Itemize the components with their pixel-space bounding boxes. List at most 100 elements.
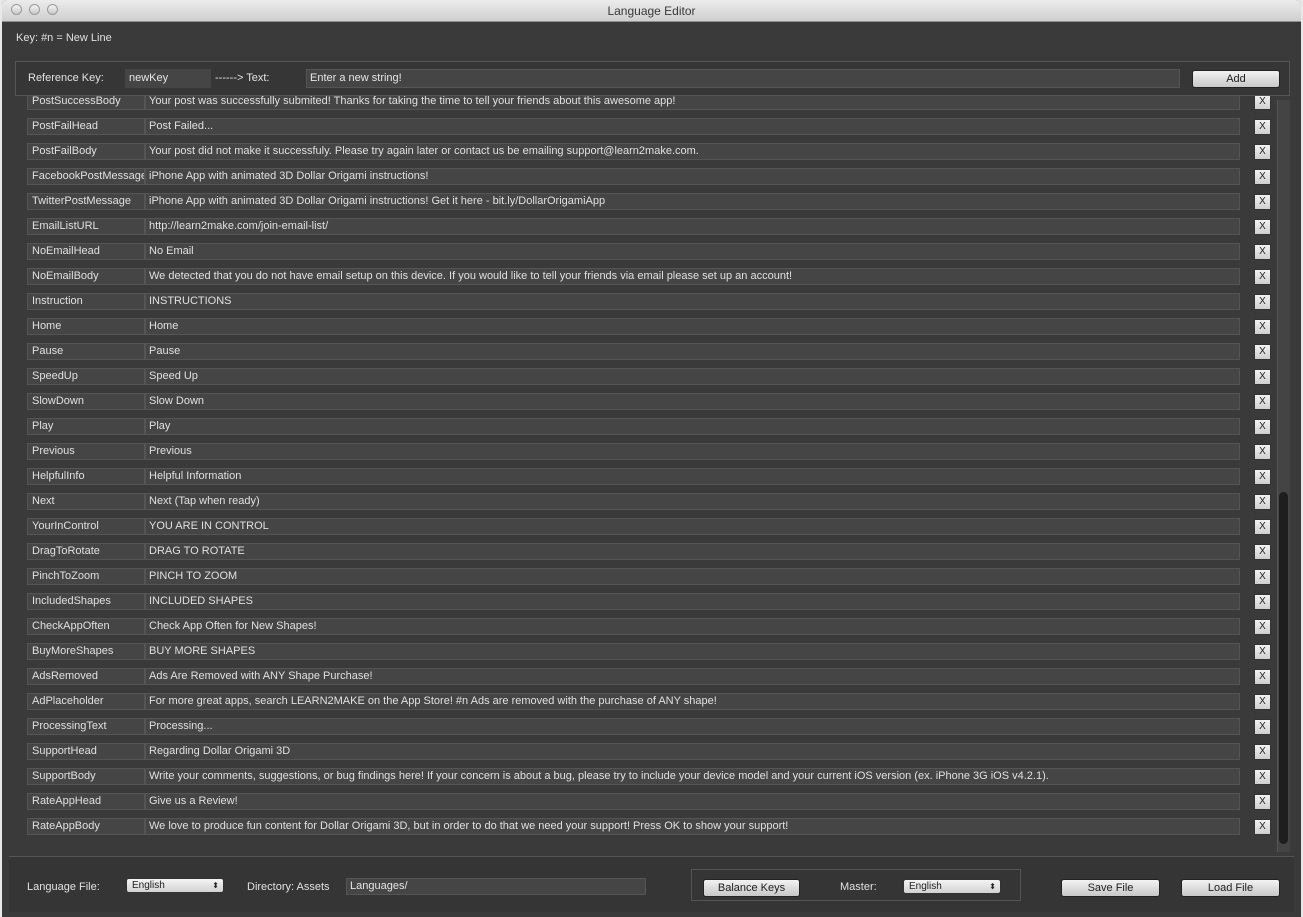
row-delete-button[interactable]: X: [1254, 194, 1271, 210]
balance-keys-button[interactable]: Balance Keys: [703, 879, 800, 897]
row-delete-button[interactable]: X: [1254, 619, 1271, 635]
load-file-button[interactable]: Load File: [1181, 879, 1280, 897]
row-key-field[interactable]: PostFailHead: [27, 118, 145, 135]
row-text-field[interactable]: Next (Tap when ready): [145, 493, 1240, 510]
row-delete-button[interactable]: X: [1254, 644, 1271, 660]
add-button[interactable]: Add: [1192, 70, 1280, 88]
row-key-field[interactable]: EmailListURL: [27, 218, 145, 235]
row-key-field[interactable]: Play: [27, 418, 145, 435]
row-text-field[interactable]: Your post was successfully submited! Tha…: [145, 96, 1240, 110]
row-text-field[interactable]: Check App Often for New Shapes!: [145, 618, 1240, 635]
row-delete-button[interactable]: X: [1254, 269, 1271, 285]
row-key-field[interactable]: NoEmailHead: [27, 243, 145, 260]
row-delete-button[interactable]: X: [1254, 594, 1271, 610]
row-text-field[interactable]: Regarding Dollar Origami 3D: [145, 743, 1240, 760]
row-key-field[interactable]: IncludedShapes: [27, 593, 145, 610]
language-file-select[interactable]: English ⬍: [126, 878, 224, 893]
row-key-field[interactable]: Home: [27, 318, 145, 335]
row-delete-button[interactable]: X: [1254, 794, 1271, 810]
save-file-button[interactable]: Save File: [1061, 879, 1160, 897]
row-key-field[interactable]: YourInControl: [27, 518, 145, 535]
row-key-field[interactable]: DragToRotate: [27, 543, 145, 560]
row-delete-button[interactable]: X: [1254, 119, 1271, 135]
row-delete-button[interactable]: X: [1254, 144, 1271, 160]
row-delete-button[interactable]: X: [1254, 419, 1271, 435]
row-key-field[interactable]: RateAppBody: [27, 818, 145, 835]
master-select[interactable]: English ⬍: [903, 879, 1001, 894]
row-key-field[interactable]: TwitterPostMessage: [27, 193, 145, 210]
row-key-field[interactable]: PostFailBody: [27, 143, 145, 160]
row-text-field[interactable]: Pause: [145, 343, 1240, 360]
row-delete-button[interactable]: X: [1254, 344, 1271, 360]
row-key-field[interactable]: RateAppHead: [27, 793, 145, 810]
list-scrollbar[interactable]: [1277, 100, 1290, 852]
row-key-field[interactable]: SpeedUp: [27, 368, 145, 385]
row-text-field[interactable]: Post Failed...: [145, 118, 1240, 135]
row-text-field[interactable]: BUY MORE SHAPES: [145, 643, 1240, 660]
row-delete-button[interactable]: X: [1254, 444, 1271, 460]
row-text-field[interactable]: Write your comments, suggestions, or bug…: [145, 768, 1240, 785]
row-key-field[interactable]: PinchToZoom: [27, 568, 145, 585]
row-key-field[interactable]: FacebookPostMessage: [27, 168, 145, 185]
row-delete-button[interactable]: X: [1254, 694, 1271, 710]
row-key-field[interactable]: AdsRemoved: [27, 668, 145, 685]
row-text-field[interactable]: No Email: [145, 243, 1240, 260]
row-delete-button[interactable]: X: [1254, 819, 1271, 835]
row-delete-button[interactable]: X: [1254, 769, 1271, 785]
row-text-field[interactable]: http://learn2make.com/join-email-list/: [145, 218, 1240, 235]
reference-key-input[interactable]: newKey: [125, 69, 211, 88]
row-text-field[interactable]: PINCH TO ZOOM: [145, 568, 1240, 585]
row-text-field[interactable]: For more great apps, search LEARN2MAKE o…: [145, 693, 1240, 710]
row-delete-button[interactable]: X: [1254, 169, 1271, 185]
row-delete-button[interactable]: X: [1254, 369, 1271, 385]
row-key-field[interactable]: Previous: [27, 443, 145, 460]
row-text-field[interactable]: INSTRUCTIONS: [145, 293, 1240, 310]
row-text-field[interactable]: YOU ARE IN CONTROL: [145, 518, 1240, 535]
row-text-field[interactable]: iPhone App with animated 3D Dollar Origa…: [145, 168, 1240, 185]
row-delete-button[interactable]: X: [1254, 669, 1271, 685]
row-text-field[interactable]: DRAG TO ROTATE: [145, 543, 1240, 560]
row-text-field[interactable]: INCLUDED SHAPES: [145, 593, 1240, 610]
row-text-field[interactable]: Previous: [145, 443, 1240, 460]
row-key-field[interactable]: NoEmailBody: [27, 268, 145, 285]
row-key-field[interactable]: HelpfulInfo: [27, 468, 145, 485]
row-key-field[interactable]: AdPlaceholder: [27, 693, 145, 710]
row-key-field[interactable]: SupportBody: [27, 768, 145, 785]
row-text-field[interactable]: iPhone App with animated 3D Dollar Origa…: [145, 193, 1240, 210]
row-key-field[interactable]: Instruction: [27, 293, 145, 310]
row-key-field[interactable]: CheckAppOften: [27, 618, 145, 635]
row-key-field[interactable]: BuyMoreShapes: [27, 643, 145, 660]
row-delete-button[interactable]: X: [1254, 744, 1271, 760]
row-delete-button[interactable]: X: [1254, 394, 1271, 410]
row-text-field[interactable]: Ads Are Removed with ANY Shape Purchase!: [145, 668, 1240, 685]
row-text-field[interactable]: Processing...: [145, 718, 1240, 735]
row-text-field[interactable]: Give us a Review!: [145, 793, 1240, 810]
row-text-field[interactable]: Helpful Information: [145, 468, 1240, 485]
row-text-field[interactable]: Play: [145, 418, 1240, 435]
row-key-field[interactable]: SupportHead: [27, 743, 145, 760]
row-key-field[interactable]: SlowDown: [27, 393, 145, 410]
row-text-field[interactable]: Speed Up: [145, 368, 1240, 385]
row-delete-button[interactable]: X: [1254, 219, 1271, 235]
row-delete-button[interactable]: X: [1254, 469, 1271, 485]
row-text-field[interactable]: Home: [145, 318, 1240, 335]
row-delete-button[interactable]: X: [1254, 96, 1271, 110]
row-key-field[interactable]: ProcessingText: [27, 718, 145, 735]
row-delete-button[interactable]: X: [1254, 569, 1271, 585]
row-delete-button[interactable]: X: [1254, 494, 1271, 510]
row-delete-button[interactable]: X: [1254, 544, 1271, 560]
row-text-field[interactable]: We detected that you do not have email s…: [145, 268, 1240, 285]
row-delete-button[interactable]: X: [1254, 319, 1271, 335]
row-delete-button[interactable]: X: [1254, 519, 1271, 535]
directory-input[interactable]: Languages/: [346, 878, 646, 895]
row-key-field[interactable]: Pause: [27, 343, 145, 360]
reference-text-input[interactable]: Enter a new string!: [306, 69, 1180, 88]
row-delete-button[interactable]: X: [1254, 294, 1271, 310]
row-text-field[interactable]: Slow Down: [145, 393, 1240, 410]
row-text-field[interactable]: We love to produce fun content for Dolla…: [145, 818, 1240, 835]
row-key-field[interactable]: Next: [27, 493, 145, 510]
row-delete-button[interactable]: X: [1254, 719, 1271, 735]
row-delete-button[interactable]: X: [1254, 244, 1271, 260]
row-key-field[interactable]: PostSuccessBody: [27, 96, 145, 110]
scrollbar-thumb[interactable]: [1279, 492, 1288, 844]
